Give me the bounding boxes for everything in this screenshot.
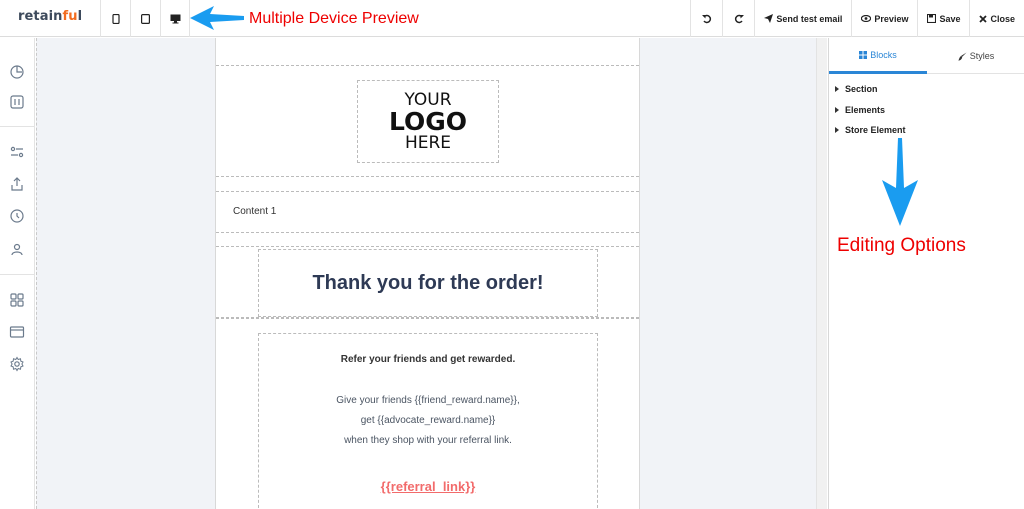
share-icon[interactable] [9,176,25,192]
left-sidebar [0,38,35,509]
referral-link[interactable]: {{referral_link}} [259,479,597,494]
brush-icon [958,52,967,60]
title-section[interactable]: Thank you for the order! [216,246,639,318]
content-section[interactable]: Content 1 [216,191,639,233]
paper-plane-icon [764,14,774,23]
editor-side-panel: Blocks Styles Section Elements Store Ele… [828,38,1024,509]
sliders-icon[interactable] [9,144,25,160]
annotation-arrow-left-icon [190,6,244,30]
clock-icon[interactable] [9,208,25,224]
toolbar-actions: Send test email Preview Save Close [690,0,1024,37]
annotation-editing-options: Editing Options [837,235,966,256]
card-icon[interactable] [9,324,25,340]
canvas-scrollbar[interactable] [816,38,827,509]
content-label: Content 1 [233,206,277,217]
referral-text-line: get {{advocate_reward.name}} [360,415,496,426]
annotation-device-preview: Multiple Device Preview [249,10,419,27]
close-icon [979,14,988,23]
mobile-preview-button[interactable] [100,0,130,37]
panel-item-elements[interactable]: Elements [835,105,885,115]
floppy-disk-icon [927,14,937,23]
order-title[interactable]: Thank you for the order! [258,249,598,317]
referral-heading: Refer your friends and get rewarded. [340,354,516,365]
redo-icon [734,14,744,23]
caret-right-icon [835,86,839,92]
redo-button[interactable] [722,0,754,37]
caret-right-icon [835,127,839,133]
users-icon[interactable] [9,241,25,257]
logo-section[interactable]: YOUR LOGO HERE [216,65,639,177]
tablet-icon [141,13,150,24]
analytics-icon[interactable] [9,63,25,79]
close-button[interactable]: Close [969,0,1024,37]
preview-button[interactable]: Preview [851,0,917,37]
tablet-preview-button[interactable] [130,0,160,37]
panel-item-section[interactable]: Section [835,84,878,94]
annotation-arrow-down-icon [882,138,918,226]
undo-button[interactable] [690,0,722,37]
blocks-grid-icon [859,50,868,59]
caret-right-icon [835,107,839,113]
referral-text-line: Give your friends {{friend_reward.name}}… [336,395,520,406]
save-button[interactable]: Save [917,0,969,37]
email-preview: YOUR LOGO HERE Content 1 Thank you for t… [215,38,640,509]
tab-blocks[interactable]: Blocks [829,38,927,74]
gear-icon[interactable] [9,356,25,372]
desktop-preview-button[interactable] [160,0,190,37]
referral-block[interactable]: Refer your friends and get rewarded. Giv… [258,333,598,509]
device-switcher [100,0,190,37]
desktop-icon [170,14,180,23]
eye-icon [861,15,872,22]
mobile-icon [111,13,120,24]
send-test-email-button[interactable]: Send test email [754,0,851,37]
sidebar-divider [0,126,35,127]
undo-icon [701,14,711,23]
sidebar-divider [0,274,35,275]
referral-section[interactable]: Refer your friends and get rewarded. Giv… [216,318,639,509]
tab-styles[interactable]: Styles [927,38,1024,74]
brand-logo: retainful [18,9,83,24]
referral-text-line: when they shop with your referral link. [344,435,512,446]
panel-tabs: Blocks Styles [829,38,1024,74]
top-toolbar: retainful Multiple Device Preview Send t… [0,0,1024,37]
template-icon[interactable] [9,94,25,110]
panel-item-store-element[interactable]: Store Element [835,125,906,135]
logo-placeholder[interactable]: YOUR LOGO HERE [357,80,499,163]
apps-grid-icon[interactable] [9,292,25,308]
